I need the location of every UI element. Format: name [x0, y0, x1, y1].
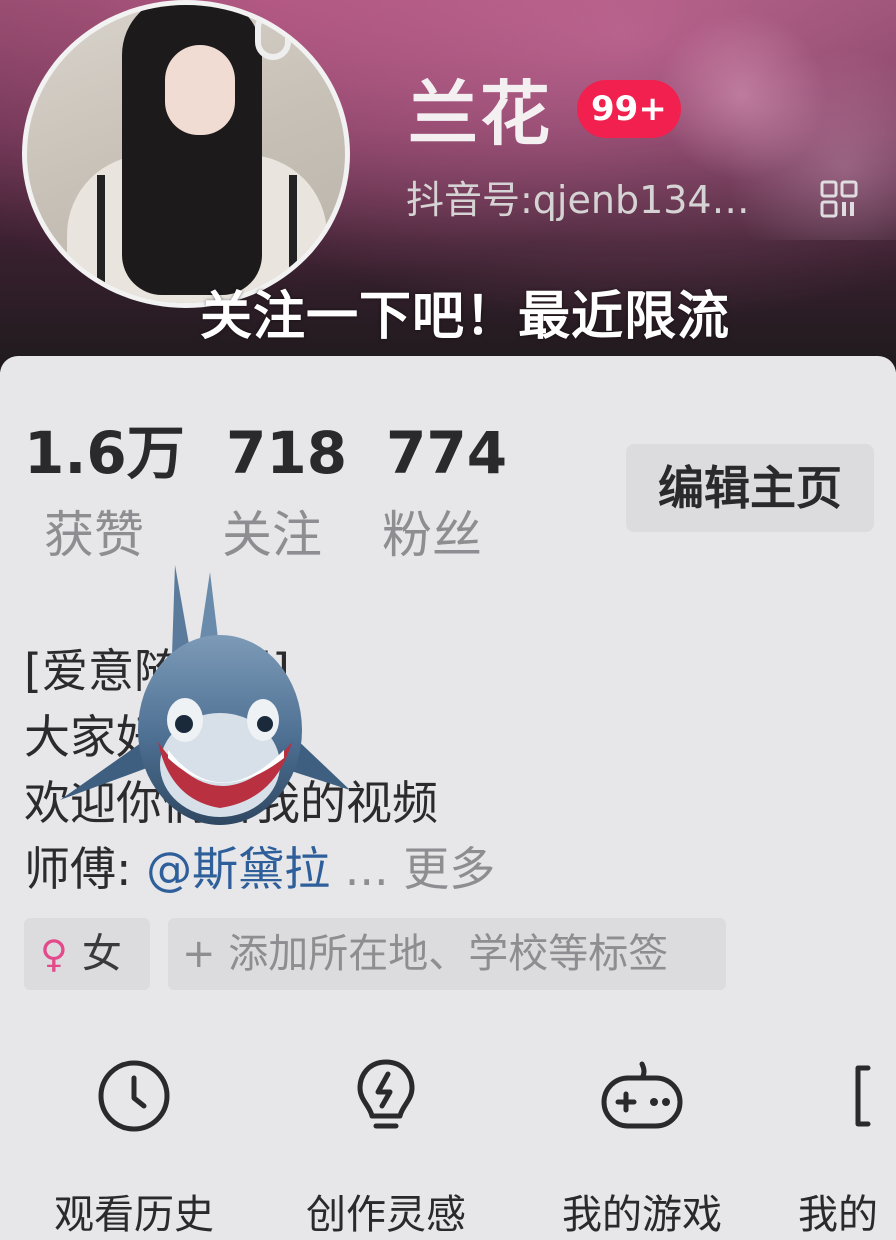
qr-code-icon[interactable]	[820, 180, 858, 218]
notification-badge[interactable]: 99+	[577, 80, 681, 138]
bracket-icon	[855, 1065, 871, 1127]
bio-mentor-prefix: 师傅:	[24, 842, 147, 896]
avatar-jacket-stripe	[289, 175, 297, 295]
gender-tag[interactable]: ♀ 女	[24, 918, 150, 990]
overlay-caption: 关注一下吧！最近限流	[200, 287, 731, 347]
stat-likes[interactable]: 1.6万 获赞	[24, 418, 185, 568]
bio-more-link[interactable]: 更多	[403, 842, 495, 896]
clock-icon	[98, 1060, 170, 1132]
stat-label: 粉丝	[382, 506, 482, 564]
tool-creative-inspiration[interactable]: 创作灵感	[286, 1058, 486, 1240]
gamepad-icon	[601, 1061, 683, 1129]
profile-header: 兰花 99+ 抖音号:qjenb134… 关注一下吧！最近限流	[0, 0, 896, 372]
tool-label: 创作灵感	[306, 1192, 466, 1238]
add-tag-button[interactable]: + 添加所在地、学校等标签	[168, 918, 726, 990]
edit-profile-button[interactable]: 编辑主页	[626, 444, 874, 532]
female-icon: ♀	[40, 932, 68, 976]
tool-label: 我的游戏	[562, 1192, 722, 1238]
stat-value: 1.6万	[24, 419, 185, 487]
lightbulb-icon	[357, 1059, 415, 1129]
avatar[interactable]	[22, 0, 350, 308]
tool-label: 我的	[798, 1192, 878, 1238]
avatar-headphone	[255, 10, 291, 60]
tool-label: 观看历史	[54, 1192, 214, 1238]
tool-my-games[interactable]: 我的游戏	[542, 1058, 742, 1240]
stat-followers[interactable]: 774 粉丝	[382, 418, 508, 568]
stat-value: 718	[226, 419, 348, 487]
tool-watch-history[interactable]: 观看历史	[34, 1058, 234, 1240]
avatar-jacket-stripe	[97, 175, 105, 295]
bio-ellipsis: ...	[330, 842, 404, 896]
stat-label: 获赞	[44, 506, 144, 564]
avatar-hair	[122, 5, 262, 295]
avatar-face	[165, 45, 235, 135]
bio-line: 师傅: @斯黛拉 ... 更多	[24, 836, 495, 902]
stat-label: 关注	[222, 506, 322, 564]
tool-my[interactable]: 我的	[792, 1058, 896, 1240]
shark-sticker	[60, 565, 350, 825]
stat-value: 774	[386, 419, 508, 487]
mention-link[interactable]: @斯黛拉	[146, 842, 330, 896]
stat-following[interactable]: 718 关注	[222, 418, 348, 568]
gender-label: 女	[81, 931, 122, 977]
profile-name: 兰花	[408, 73, 552, 155]
account-id[interactable]: 抖音号:qjenb134…	[406, 176, 750, 224]
